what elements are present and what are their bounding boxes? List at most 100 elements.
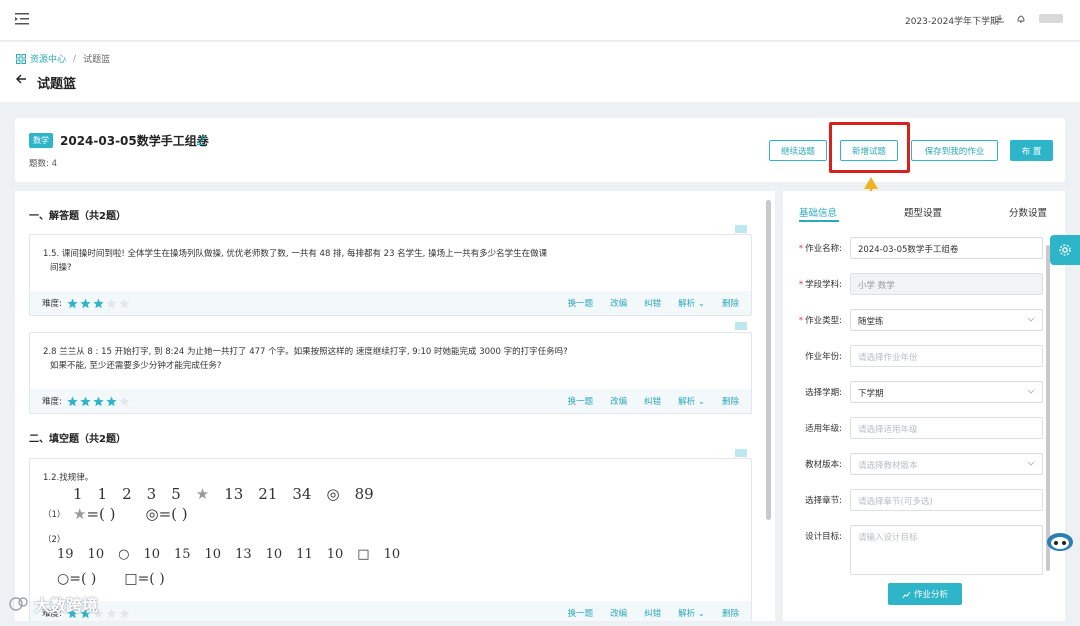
bell-icon[interactable] <box>1016 14 1026 24</box>
tab-basic-info[interactable]: 基础信息 <box>799 205 837 219</box>
highlight-annotation-box <box>829 122 910 173</box>
assign-button[interactable]: 布 置 <box>1010 140 1053 161</box>
field-label: 选择学期: <box>805 388 842 398</box>
homework-name-input[interactable]: 2024-03-05数学手工组卷 <box>850 237 1043 259</box>
tab-question-type[interactable]: 题型设置 <box>904 205 942 219</box>
question-list-panel: 一、解答题（共2题） 1.5. 课间操时间到啦! 全体学生在操场列队做操, 优优… <box>15 191 775 621</box>
star-filled-icon <box>67 396 78 406</box>
star-empty-icon <box>119 608 130 618</box>
question-tag-icon <box>735 449 747 457</box>
square-equation: □=( ) <box>124 571 164 587</box>
swap-question-link[interactable]: 换一题 <box>568 297 594 309</box>
blank-paren: =( ) <box>86 505 116 523</box>
pattern-item: 10 <box>265 547 283 562</box>
chevron-down-icon: ⌄ <box>695 397 705 407</box>
analysis-button-label: 作业分析 <box>913 590 948 600</box>
edit-question-link[interactable]: 改编 <box>610 607 627 619</box>
report-error-link[interactable]: 纠错 <box>644 297 661 309</box>
analysis-toggle[interactable]: 解析 ⌄ <box>678 607 705 619</box>
watermark-text: 大数跨境 <box>34 596 99 615</box>
chevron-down-icon <box>1027 461 1035 466</box>
blank-paren: =( ) <box>69 571 97 587</box>
delete-question-link[interactable]: 删除 <box>722 297 739 309</box>
continue-select-button[interactable]: 继续选题 <box>769 140 827 161</box>
settings-scrollbar[interactable] <box>1046 245 1050 571</box>
field-label: 适用年级: <box>805 424 842 434</box>
grade-input[interactable]: 请选择适用年级 <box>850 417 1043 439</box>
floating-settings-button[interactable] <box>1050 235 1080 265</box>
question-footer: 难度: 换一题 改编 纠错 解析 ⌄ 删除 <box>30 291 751 315</box>
required-mark: * <box>798 280 804 290</box>
star-empty-icon <box>119 298 130 308</box>
select-value: 下学期 <box>858 389 884 399</box>
pattern-item: 2 <box>122 485 132 503</box>
edition-select[interactable]: 请选择教材版本 <box>850 453 1043 475</box>
analysis-toggle[interactable]: 解析 ⌄ <box>678 297 705 309</box>
circle-icon: ○ <box>57 571 70 587</box>
breadcrumb-resource-center[interactable]: 资源中心 <box>30 52 66 65</box>
menu-toggle-icon[interactable] <box>15 13 29 25</box>
design-goal-textarea[interactable]: 请输入设计目标 <box>850 525 1043 575</box>
required-mark: * <box>798 244 804 254</box>
breadcrumb: 资源中心 / 试题篮 <box>16 52 110 65</box>
assistant-mascot-icon[interactable] <box>1045 527 1075 553</box>
edit-question-link[interactable]: 改编 <box>610 297 627 309</box>
homework-type-select[interactable]: 随堂练 <box>850 309 1043 331</box>
delete-question-link[interactable]: 删除 <box>722 607 739 619</box>
report-error-link[interactable]: 纠错 <box>644 395 661 407</box>
user-avatar[interactable] <box>1039 14 1063 23</box>
breadcrumb-current: 试题篮 <box>83 55 111 65</box>
watermark: 大数跨境 <box>8 592 98 616</box>
question-card[interactable]: 1.2.找规律。 1 1 2 3 5 ★ 13 21 34 ◎ 89 （1） ★=( ) ◎=( )… <box>29 458 752 621</box>
subject-tag: 数学 <box>29 133 53 148</box>
pattern-item: 13 <box>224 485 244 503</box>
gear-icon <box>1059 244 1071 256</box>
field-label: 教材版本: <box>805 460 842 470</box>
report-error-link[interactable]: 纠错 <box>644 607 661 619</box>
homework-year-input[interactable]: 请选择作业年份 <box>850 345 1043 367</box>
pattern-item: 19 <box>57 547 74 562</box>
pattern-row-5: ○=( ) □=( ) <box>57 571 165 587</box>
required-mark: * <box>798 316 804 326</box>
subject-input: 小学 数学 <box>850 273 1043 295</box>
circle-equation: ○=( ) <box>57 571 96 587</box>
chapter-input[interactable]: 请选择章节(可多选) <box>850 489 1043 511</box>
question-card[interactable]: 1.5. 课间操时间到啦! 全体学生在操场列队做操, 优优老师数了数, 一共有 … <box>29 234 752 316</box>
back-arrow-icon[interactable] <box>15 73 27 85</box>
term-select[interactable]: 下学期 <box>850 381 1043 403</box>
term-selector[interactable]: 2023-2024学年下学期 <box>905 14 999 27</box>
swap-question-link[interactable]: 换一题 <box>568 607 594 619</box>
star-filled-icon <box>80 298 91 308</box>
pattern-figure: 1 1 2 3 5 ★ 13 21 34 ◎ 89 （1） ★=( ) ◎=( ) （2） 19 10… <box>43 481 463 601</box>
edit-pencil-icon[interactable] <box>196 134 207 145</box>
question-text: 2.8 兰兰从 8 : 15 开始打字, 到 8:24 为止她一共打了 477 … <box>30 333 751 373</box>
pattern-row-4: 19 10 ○ 10 15 10 13 10 11 10 □ 10 <box>57 547 400 562</box>
breadcrumb-bar: 资源中心 / 试题篮 试题篮 <box>0 42 1080 102</box>
question-count: 题数: 4 <box>29 159 57 169</box>
tab-score[interactable]: 分数设置 <box>1009 205 1047 219</box>
star-filled-icon <box>93 396 104 406</box>
question-tag-icon <box>735 225 747 233</box>
form-row-chapter: 选择章节: 请选择章节(可多选) <box>783 489 1053 511</box>
delete-question-link[interactable]: 删除 <box>722 395 739 407</box>
question-list-scrollbar[interactable] <box>766 200 771 520</box>
pattern-item: 10 <box>326 547 344 562</box>
breadcrumb-separator: / <box>73 53 77 64</box>
question-card[interactable]: 2.8 兰兰从 8 : 15 开始打字, 到 8:24 为止她一共打了 477 … <box>29 332 752 414</box>
form-row-type: * 作业类型: 随堂练 <box>783 309 1053 331</box>
blank-paren: =( ) <box>158 505 188 523</box>
star-filled-icon <box>67 298 78 308</box>
double-circle-icon: ◎ <box>145 505 159 523</box>
question-text: 1.5. 课间操时间到啦! 全体学生在操场列队做操, 优优老师数了数, 一共有 … <box>30 235 751 275</box>
pattern-item: ★ <box>195 485 210 503</box>
edit-question-link[interactable]: 改编 <box>610 395 627 407</box>
download-icon[interactable] <box>995 14 1005 24</box>
save-to-my-homework-button[interactable]: 保存到我的作业 <box>911 140 998 161</box>
analysis-toggle[interactable]: 解析 ⌄ <box>678 395 705 407</box>
swap-question-link[interactable]: 换一题 <box>568 395 594 407</box>
homework-analysis-button[interactable]: 作业分析 <box>888 583 962 605</box>
star-filled-icon <box>93 298 104 308</box>
field-label: * 学段学科: <box>799 278 842 290</box>
pattern-item: □ <box>357 547 370 562</box>
field-label-text: 作业名称: <box>805 244 842 254</box>
